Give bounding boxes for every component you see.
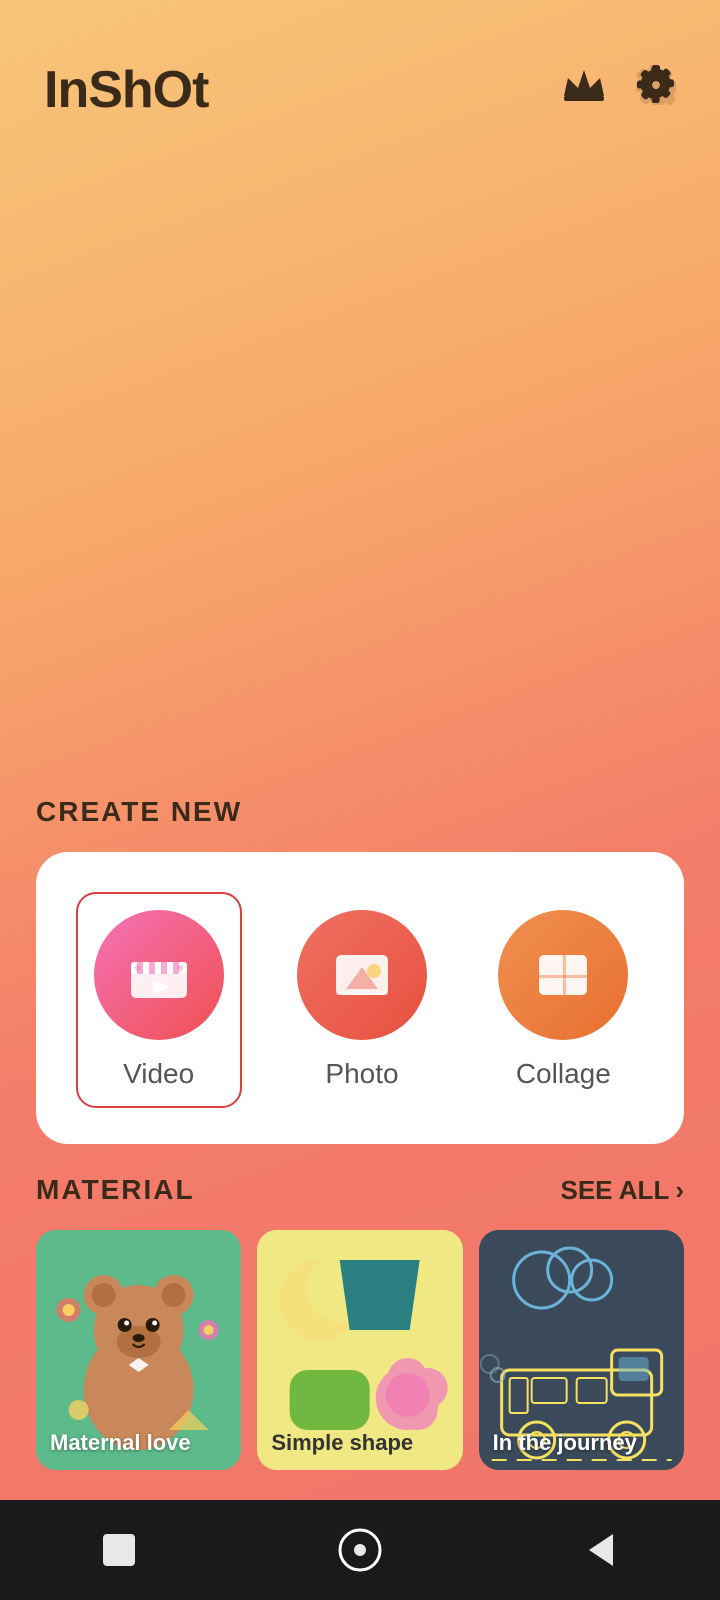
crown-icon[interactable]	[562, 66, 606, 114]
content: CREATE NEW	[0, 140, 720, 1500]
collage-icon-circle	[498, 910, 628, 1040]
create-item-collage[interactable]: Collage	[482, 894, 644, 1106]
create-item-video[interactable]: Video	[76, 892, 242, 1108]
nav-home-button[interactable]	[335, 1525, 385, 1575]
material-cards: Maternal love	[36, 1230, 684, 1500]
create-new-section: CREATE NEW	[0, 796, 720, 1174]
video-label: Video	[123, 1058, 194, 1090]
gear-icon[interactable]	[636, 65, 676, 115]
app-logo: InShOt	[44, 60, 208, 120]
create-item-photo[interactable]: Photo	[281, 894, 443, 1106]
header-icons	[562, 65, 676, 115]
material-header: MATERIAL SEE ALL ›	[36, 1174, 684, 1206]
nav-square-button[interactable]	[97, 1528, 141, 1572]
maternal-love-label: Maternal love	[50, 1430, 191, 1456]
create-new-card: Video	[36, 852, 684, 1144]
nav-back-button[interactable]	[579, 1528, 623, 1572]
collage-label: Collage	[516, 1058, 611, 1090]
material-card-in-the-journey[interactable]: In the journey	[479, 1230, 684, 1470]
material-section: MATERIAL SEE ALL ›	[0, 1174, 720, 1500]
see-all-button[interactable]: SEE ALL ›	[561, 1175, 685, 1206]
simple-shape-label: Simple shape	[271, 1430, 413, 1456]
create-new-label: CREATE NEW	[36, 796, 684, 828]
video-icon-circle	[94, 910, 224, 1040]
material-label: MATERIAL	[36, 1174, 195, 1206]
chevron-right-icon: ›	[675, 1175, 684, 1206]
header: InShOt	[0, 0, 720, 140]
material-card-maternal-love[interactable]: Maternal love	[36, 1230, 241, 1470]
photo-icon-circle	[297, 910, 427, 1040]
app: InShOt CREATE NEW	[0, 0, 720, 1600]
nav-bar	[0, 1500, 720, 1600]
material-card-simple-shape[interactable]: Simple shape	[257, 1230, 462, 1470]
in-the-journey-label: In the journey	[493, 1430, 637, 1456]
photo-label: Photo	[325, 1058, 398, 1090]
